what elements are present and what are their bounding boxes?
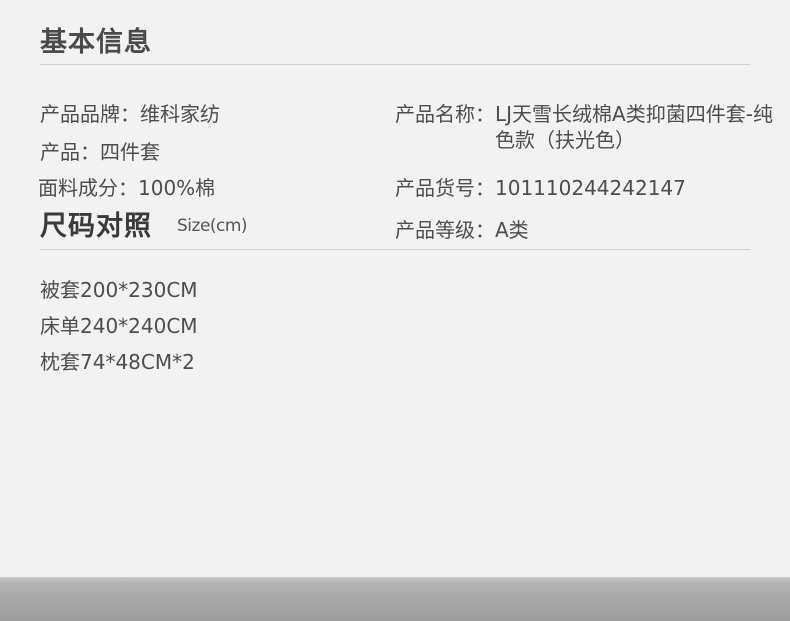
size-item-sheet: 床单240*240CM (40, 314, 198, 338)
brand-value: 维科家纺 (140, 102, 220, 126)
size-chart-title: 尺码对照 (40, 211, 152, 242)
fabric-value: 100%棉 (138, 176, 216, 200)
sku-row: 产品货号：101110244242147 (395, 175, 686, 201)
name-label: 产品名称： (395, 102, 495, 126)
product-label: 产品： (40, 140, 100, 164)
grade-label: 产品等级： (395, 218, 495, 242)
fabric-row: 面料成分：100%棉 (38, 175, 215, 201)
sku-label: 产品货号： (395, 176, 495, 200)
name-row: 产品名称： LJ天雪长绒棉A类抑菌四件套-纯色款（扶光色） (395, 101, 777, 153)
sku-value: 101110244242147 (495, 176, 686, 200)
grade-row: 产品等级：A类 (395, 217, 529, 243)
bottom-photo-band (0, 577, 790, 621)
brand-row: 产品品牌：维科家纺 (40, 101, 220, 127)
header-divider (40, 64, 750, 65)
brand-label: 产品品牌： (40, 102, 140, 126)
size-chart-subtitle: Size(cm) (177, 216, 248, 236)
size-divider (40, 249, 750, 250)
grade-value: A类 (495, 218, 529, 242)
name-value: LJ天雪长绒棉A类抑菌四件套-纯色款（扶光色） (495, 102, 773, 152)
size-item-pillowcase: 枕套74*48CM*2 (40, 350, 195, 374)
product-row: 产品：四件套 (40, 139, 160, 165)
product-value: 四件套 (100, 140, 160, 164)
fabric-label: 面料成分： (38, 176, 138, 200)
size-item-duvet: 被套200*230CM (40, 278, 198, 302)
section-title: 基本信息 (40, 27, 152, 58)
